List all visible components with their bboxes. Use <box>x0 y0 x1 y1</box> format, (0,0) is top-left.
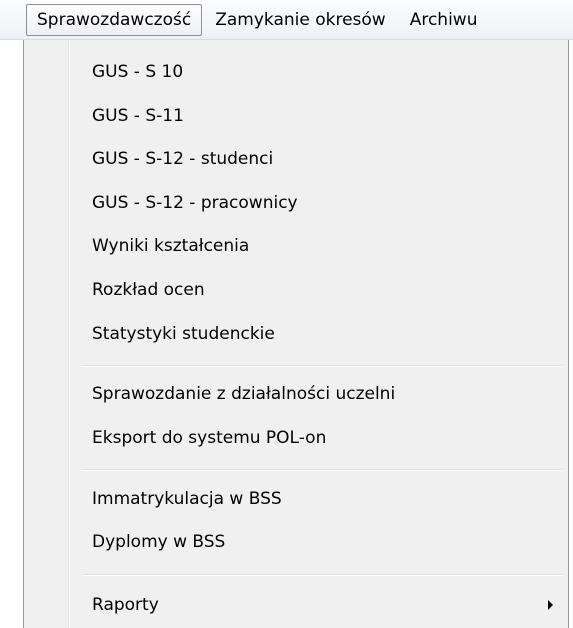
menu-item-raporty-label: Raporty <box>92 595 159 615</box>
menu-sprawozdawczosc[interactable]: Sprawozdawczość <box>26 3 203 36</box>
menu-item-gus-s12-studenci[interactable]: GUS - S-12 - studenci <box>27 139 565 179</box>
menu-archiwum[interactable]: Archiwu <box>399 4 489 36</box>
chevron-right-icon <box>548 600 553 610</box>
menu-item-gus-s12-pracownicy[interactable]: GUS - S-12 - pracownicy <box>27 183 565 223</box>
menu-item-sprawozdanie-dzialalnosci[interactable]: Sprawozdanie z działalności uczelni <box>27 374 565 414</box>
menu-bar: Sprawozdawczość Zamykanie okresów Archiw… <box>0 0 573 40</box>
menu-item-raporty[interactable]: Raporty <box>27 585 565 625</box>
menu-separator <box>82 365 562 367</box>
menu-item-wyniki-ksztalcenia[interactable]: Wyniki kształcenia <box>27 226 565 266</box>
menu-item-immatrykulacja-bss[interactable]: Immatrykulacja w BSS <box>27 479 565 519</box>
menu-separator <box>82 574 562 576</box>
menu-item-statystyki-studenckie[interactable]: Statystyki studenckie <box>27 314 565 354</box>
menu-item-rozklad-ocen[interactable]: Rozkład ocen <box>27 270 565 310</box>
dropdown-menu: GUS - S 10 GUS - S-11 GUS - S-12 - stude… <box>23 40 569 628</box>
menu-zamykanie-okresow[interactable]: Zamykanie okresów <box>204 4 397 36</box>
menu-item-gus-s11[interactable]: GUS - S-11 <box>27 96 565 136</box>
menu-separator <box>82 469 562 471</box>
menu-item-gus-s10[interactable]: GUS - S 10 <box>27 52 565 92</box>
menu-item-dyplomy-bss[interactable]: Dyplomy w BSS <box>27 522 565 562</box>
menu-item-eksport-pol-on[interactable]: Eksport do systemu POL-on <box>27 418 565 458</box>
